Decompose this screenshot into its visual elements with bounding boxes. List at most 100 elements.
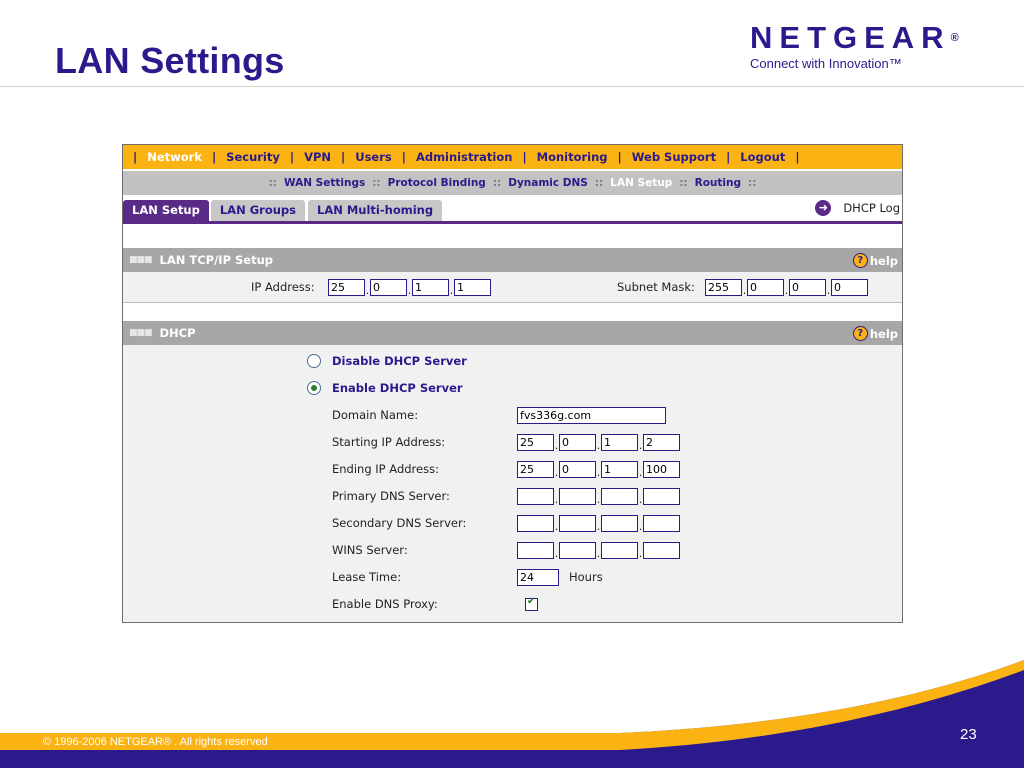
start-ip-octet-2[interactable] [559, 433, 596, 451]
lease-time-input[interactable] [517, 568, 559, 586]
nav-users[interactable]: Users [355, 150, 392, 164]
subnav-lan-setup[interactable]: LAN Setup [610, 177, 672, 189]
domain-name-input[interactable] [517, 406, 666, 424]
arrow-right-circle-icon: ➜ [815, 200, 832, 216]
section-header-dhcp: ■■■ DHCP ? help [123, 321, 902, 345]
secondary-dns-octet-2[interactable] [559, 514, 596, 532]
ip-octet-1[interactable] [328, 278, 365, 296]
start-ip-row: Starting IP Address: . . . [123, 433, 902, 452]
disable-dhcp-label: Disable DHCP Server [332, 354, 467, 368]
tab-bar: LAN Setup LAN Groups LAN Multi-homing ➜ … [123, 195, 902, 224]
secondary-dns-octet-4[interactable] [643, 514, 680, 532]
subnav-protocol-binding[interactable]: Protocol Binding [388, 177, 486, 189]
enable-dhcp-label: Enable DHCP Server [332, 381, 463, 395]
nav-monitoring[interactable]: Monitoring [537, 150, 608, 164]
subnav-dynamic-dns[interactable]: Dynamic DNS [508, 177, 588, 189]
nav-security[interactable]: Security [226, 150, 280, 164]
primary-dns-octet-4[interactable] [643, 487, 680, 505]
dns-proxy-checkbox[interactable] [525, 596, 538, 611]
ip-octet-3[interactable] [412, 278, 449, 296]
dns-proxy-label: Enable DNS Proxy: [332, 597, 438, 611]
start-ip-octet-1[interactable] [517, 433, 554, 451]
dhcp-body: Disable DHCP Server Enable DHCP Server D… [123, 345, 902, 613]
ip-address-label: IP Address: [251, 280, 315, 294]
start-ip-octet-4[interactable] [643, 433, 680, 451]
primary-dns-octet-3[interactable] [601, 487, 638, 505]
end-ip-row: Ending IP Address: . . . [123, 460, 902, 479]
lease-unit-label: Hours [569, 570, 603, 584]
disable-dhcp-row: Disable DHCP Server [123, 354, 902, 368]
subnet-mask-label: Subnet Mask: [617, 280, 695, 294]
wins-row: WINS Server: . . . [123, 541, 902, 560]
end-ip-octet-4[interactable] [643, 460, 680, 478]
spacer [123, 224, 902, 248]
dns-proxy-row: Enable DNS Proxy: [123, 595, 902, 613]
page-number: 23 [960, 726, 977, 743]
grip-icon: ■■■ [129, 328, 152, 338]
secondary-dns-octet-3[interactable] [601, 514, 638, 532]
nav-web-support[interactable]: Web Support [632, 150, 716, 164]
tab-lan-groups[interactable]: LAN Groups [210, 200, 305, 221]
help-link-dhcp[interactable]: ? help [852, 326, 898, 341]
logo-registered-mark: ® [950, 32, 959, 44]
mask-octet-1[interactable] [705, 278, 742, 296]
lease-time-label: Lease Time: [332, 570, 402, 584]
ending-ip-label: Ending IP Address: [332, 462, 439, 476]
nav-vpn[interactable]: VPN [304, 150, 331, 164]
section-title-lan-tcpip: LAN TCP/IP Setup [159, 253, 273, 267]
wins-octet-3[interactable] [601, 541, 638, 559]
subnav-routing[interactable]: Routing [695, 177, 741, 189]
nav-network[interactable]: Network [147, 150, 202, 164]
nav-administration[interactable]: Administration [416, 150, 513, 164]
ip-octet-4[interactable] [454, 278, 491, 296]
wins-server-label: WINS Server: [332, 543, 408, 557]
domain-row: Domain Name: [123, 406, 902, 424]
ip-octet-2[interactable] [370, 278, 407, 296]
tab-lan-multi-homing[interactable]: LAN Multi-homing [308, 200, 443, 221]
disable-dhcp-radio[interactable] [307, 354, 321, 368]
tab-lan-setup[interactable]: LAN Setup [123, 200, 209, 221]
enable-dhcp-row: Enable DHCP Server [123, 381, 902, 395]
start-ip-octet-3[interactable] [601, 433, 638, 451]
netgear-logo: NETGEAR® Connect with Innovation™ [750, 20, 980, 72]
domain-name-label: Domain Name: [332, 408, 419, 422]
logo-tagline: Connect with Innovation™ [750, 56, 902, 71]
lan-ip-row: IP Address: . . . Subnet Mask: . . . [123, 272, 902, 302]
primary-dns-label: Primary DNS Server: [332, 489, 450, 503]
secondary-dns-label: Secondary DNS Server: [332, 516, 467, 530]
wins-octet-1[interactable] [517, 541, 554, 559]
slide-title: LAN Settings [55, 40, 285, 81]
spacer [123, 302, 902, 321]
dhcp-log-label: DHCP Log [843, 201, 900, 215]
primary-dns-row: Primary DNS Server: . . . [123, 487, 902, 506]
footer-swoosh [0, 660, 1024, 768]
end-ip-octet-3[interactable] [601, 460, 638, 478]
mask-octet-4[interactable] [831, 278, 868, 296]
dhcp-log-link[interactable]: ➜ DHCP Log [815, 200, 900, 216]
mask-octet-3[interactable] [789, 278, 826, 296]
help-icon: ? [852, 253, 868, 268]
nav-logout[interactable]: Logout [740, 150, 785, 164]
top-nav: | Network | Security | VPN | Users | Adminis… [123, 145, 902, 171]
title-rule [0, 86, 1024, 87]
help-link-lan-tcpip[interactable]: ? help [852, 253, 898, 268]
primary-dns-octet-2[interactable] [559, 487, 596, 505]
wins-octet-2[interactable] [559, 541, 596, 559]
end-ip-octet-2[interactable] [559, 460, 596, 478]
section-title-dhcp: DHCP [159, 326, 196, 340]
enable-dhcp-radio[interactable] [307, 381, 321, 395]
end-ip-octet-1[interactable] [517, 460, 554, 478]
primary-dns-octet-1[interactable] [517, 487, 554, 505]
subnet-mask-field: . . . [705, 278, 868, 297]
help-label: help [869, 253, 898, 268]
help-label: help [869, 326, 898, 341]
router-ui-panel: | Network | Security | VPN | Users | Adminis… [122, 144, 903, 623]
mask-octet-2[interactable] [747, 278, 784, 296]
copyright-text: © 1996-2006 NETGEAR® . All rights reserv… [43, 736, 268, 748]
section-header-lan-tcpip: ■■■ LAN TCP/IP Setup ? help [123, 248, 902, 272]
logo-word: NETGEAR [750, 20, 951, 55]
subnav-wan-settings[interactable]: WAN Settings [284, 177, 365, 189]
wins-octet-4[interactable] [643, 541, 680, 559]
secondary-dns-octet-1[interactable] [517, 514, 554, 532]
lease-row: Lease Time: Hours [123, 568, 902, 586]
